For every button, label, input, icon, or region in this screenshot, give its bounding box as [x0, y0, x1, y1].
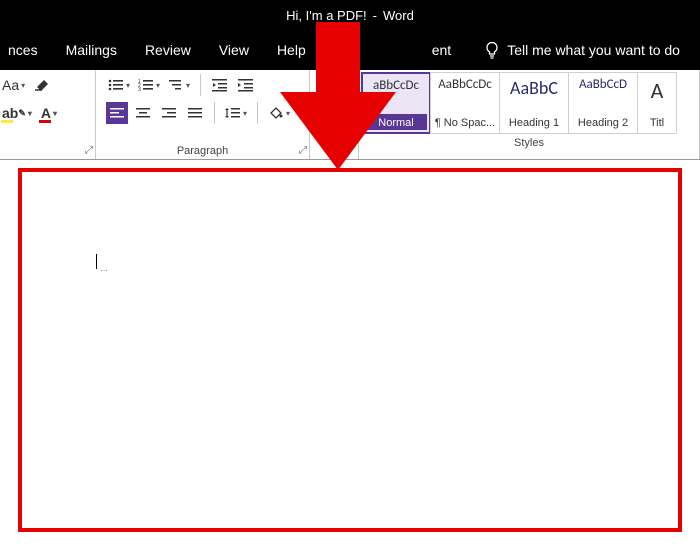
styles-group: aBbCcDc Normal AaBbCcDc ¶ No Spac... AaB…: [358, 70, 700, 160]
align-center-icon: [136, 107, 150, 119]
show-paragraph-marks-button[interactable]: ¶: [323, 109, 345, 131]
tab-view[interactable]: View: [219, 42, 249, 58]
style-no-spacing[interactable]: AaBbCcDc ¶ No Spac...: [430, 72, 500, 134]
align-left-button[interactable]: [106, 102, 128, 124]
line-spacing-icon: [225, 106, 241, 120]
paragraph-dialog-launcher-icon[interactable]: ⤢: [299, 142, 307, 160]
svg-text:A: A: [326, 86, 331, 93]
decrease-indent-button[interactable]: [209, 74, 231, 96]
cursor-handle-icon: …: [100, 264, 109, 273]
change-case-button[interactable]: Aa▾: [0, 74, 27, 96]
outdent-icon: [212, 78, 228, 92]
borders-icon: [300, 106, 314, 120]
sort-button[interactable]: AZ: [323, 81, 345, 103]
styles-group-label: Styles: [359, 134, 699, 152]
ribbon-tabs: nces Mailings Review View Help ent Tell …: [0, 30, 700, 70]
align-left-icon: [110, 107, 124, 119]
style-heading-1[interactable]: AaBbC Heading 1: [499, 72, 569, 134]
increase-indent-button[interactable]: [235, 74, 257, 96]
align-right-button[interactable]: [158, 102, 180, 124]
clear-formatting-button[interactable]: [31, 74, 53, 96]
svg-text:Z: Z: [326, 93, 331, 99]
align-center-button[interactable]: [132, 102, 154, 124]
font-color-button[interactable]: A▾: [38, 102, 60, 124]
font-dialog-launcher-icon[interactable]: ⤢: [85, 142, 93, 160]
tab-review[interactable]: Review: [145, 42, 191, 58]
tab-references-partial[interactable]: nces: [8, 42, 38, 58]
multilevel-icon: [168, 78, 184, 92]
eraser-icon: [33, 78, 51, 92]
bullets-icon: [108, 78, 124, 92]
font-group-label: ⤢: [0, 142, 95, 160]
multilevel-list-button[interactable]: ▾: [166, 74, 192, 96]
paragraph-group-label: Paragraph ⤢: [96, 142, 309, 160]
ribbon: Aa▾ ab✎▾ A▾ ⤢ ▾ 123▾: [0, 70, 700, 160]
style-heading-2[interactable]: AaBbCcD Heading 2: [568, 72, 638, 134]
line-spacing-button[interactable]: ▾: [223, 102, 249, 124]
justify-icon: [188, 107, 202, 119]
document-page[interactable]: …: [18, 168, 682, 532]
title-separator: -: [373, 8, 377, 23]
style-title-partial[interactable]: A Titl: [637, 72, 677, 134]
text-cursor: [96, 254, 97, 269]
shading-button[interactable]: ▾: [266, 102, 292, 124]
tab-mailings[interactable]: Mailings: [66, 42, 117, 58]
align-right-icon: [162, 107, 176, 119]
lightbulb-icon: [485, 41, 499, 59]
tell-me-search[interactable]: Tell me what you want to do: [485, 41, 680, 59]
document-title: Hi, I'm a PDF!: [286, 8, 367, 23]
paragraph-group: ▾ 123▾ ▾: [96, 70, 310, 160]
document-area: …: [0, 160, 700, 532]
bullets-button[interactable]: ▾: [106, 74, 132, 96]
tab-partial-ent[interactable]: ent: [432, 42, 451, 58]
app-name: Word: [383, 8, 414, 23]
text-highlight-button[interactable]: ab✎▾: [0, 102, 34, 124]
font-group: Aa▾ ab✎▾ A▾ ⤢: [0, 70, 96, 160]
style-normal[interactable]: aBbCcDc Normal: [361, 72, 431, 134]
indent-icon: [238, 78, 254, 92]
numbering-icon: 123: [138, 78, 154, 92]
paint-bucket-icon: [268, 106, 284, 120]
tab-help[interactable]: Help: [277, 42, 306, 58]
justify-button[interactable]: [184, 102, 206, 124]
numbering-button[interactable]: 123▾: [136, 74, 162, 96]
borders-button[interactable]: [296, 102, 318, 124]
styles-gallery[interactable]: aBbCcDc Normal AaBbCcDc ¶ No Spac... AaB…: [359, 70, 699, 134]
svg-text:3: 3: [138, 87, 141, 92]
sort-icon: AZ: [326, 85, 342, 99]
title-bar: Hi, I'm a PDF! - Word: [0, 0, 700, 30]
tell-me-label: Tell me what you want to do: [507, 42, 680, 58]
